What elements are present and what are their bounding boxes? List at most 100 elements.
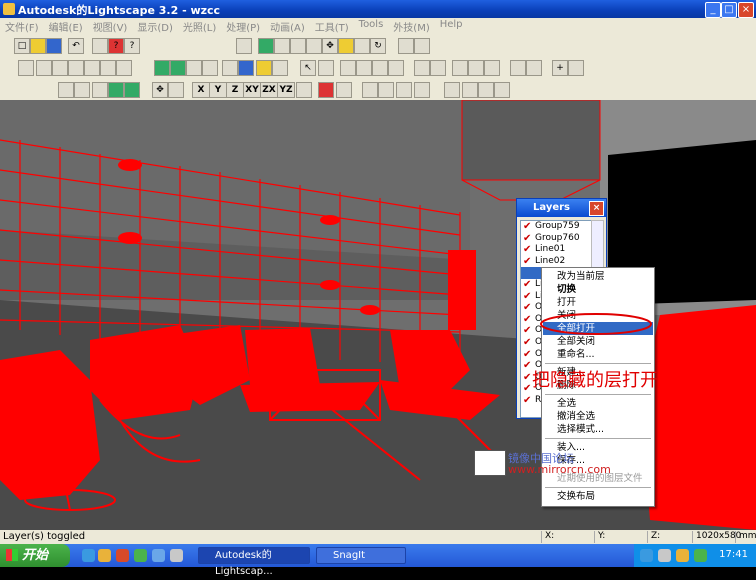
- move-view-icon[interactable]: ✥: [152, 82, 168, 98]
- cube-green-icon[interactable]: [108, 82, 124, 98]
- visible-check-icon[interactable]: ✔: [523, 244, 531, 256]
- select-box-icon[interactable]: [340, 60, 356, 76]
- menu-view[interactable]: 视图(V): [88, 18, 133, 35]
- layers-panel-close-button[interactable]: ×: [589, 201, 604, 216]
- visible-check-icon[interactable]: ✔: [523, 337, 531, 349]
- quicklaunch-media-icon[interactable]: [116, 549, 129, 562]
- menu-item-rename[interactable]: 重命名...: [543, 348, 653, 361]
- zoom-all-icon[interactable]: [414, 38, 430, 54]
- visible-check-icon[interactable]: ✔: [523, 314, 531, 326]
- menu-light[interactable]: 光照(L): [178, 18, 221, 35]
- display-mode-3-icon[interactable]: [52, 60, 68, 76]
- context-help-icon[interactable]: ?: [124, 38, 140, 54]
- view-icon[interactable]: [236, 38, 252, 54]
- select-add-icon[interactable]: [318, 60, 334, 76]
- hand-icon[interactable]: [168, 82, 184, 98]
- scale-icon[interactable]: [484, 60, 500, 76]
- quicklaunch-desktop-icon[interactable]: [170, 549, 183, 562]
- menu-item-toggle[interactable]: 切换: [543, 283, 653, 296]
- visible-check-icon[interactable]: ✔: [523, 360, 531, 372]
- rotate-object-icon[interactable]: [468, 60, 484, 76]
- snap-icon[interactable]: [318, 82, 334, 98]
- cube-white-icon[interactable]: [92, 82, 108, 98]
- turn-icon[interactable]: [414, 82, 430, 98]
- material-icon[interactable]: [154, 60, 170, 76]
- maximize-button[interactable]: □: [721, 2, 737, 18]
- block-icon[interactable]: [414, 60, 430, 76]
- menu-item-select-mode[interactable]: 选择模式...: [543, 423, 653, 436]
- properties-icon[interactable]: [510, 60, 526, 76]
- visible-check-icon[interactable]: ✔: [523, 256, 531, 268]
- visible-check-icon[interactable]: ✔: [523, 372, 531, 384]
- menu-help[interactable]: Help: [435, 18, 468, 31]
- layers-icon[interactable]: [444, 82, 460, 98]
- menu-item-deselect-all[interactable]: 撤消全选: [543, 410, 653, 423]
- menu-item-set-current[interactable]: 改为当前层: [543, 270, 653, 283]
- layer-row[interactable]: ✔ Line01: [521, 244, 591, 256]
- plane-yz-button[interactable]: YZ: [277, 82, 295, 98]
- visible-check-icon[interactable]: ✔: [523, 291, 531, 303]
- zoom-icon[interactable]: [306, 38, 322, 54]
- cursor-icon[interactable]: [336, 82, 352, 98]
- layer-row[interactable]: ✔ Group760: [521, 233, 591, 245]
- print-icon[interactable]: [92, 38, 108, 54]
- plane-xy-button[interactable]: XY: [243, 82, 261, 98]
- task-snagit[interactable]: SnagIt: [316, 547, 406, 564]
- menu-tools[interactable]: Tools: [354, 18, 389, 31]
- menu-display[interactable]: 显示(D): [132, 18, 178, 35]
- visible-check-icon[interactable]: ✔: [523, 221, 531, 233]
- visible-check-icon[interactable]: ✔: [523, 302, 531, 314]
- quicklaunch-qq-icon[interactable]: [82, 549, 95, 562]
- new-icon[interactable]: □: [14, 38, 30, 54]
- render-icon[interactable]: [238, 60, 254, 76]
- visible-check-icon[interactable]: ✔: [523, 383, 531, 395]
- select-fence-icon[interactable]: [372, 60, 388, 76]
- menu-item-select-all[interactable]: 全选: [543, 397, 653, 410]
- list-icon[interactable]: [526, 60, 542, 76]
- quicklaunch-messenger-icon[interactable]: [98, 549, 111, 562]
- walk-person-icon[interactable]: [362, 82, 378, 98]
- tray-volume-icon[interactable]: [676, 549, 689, 562]
- zoom-window-icon[interactable]: [398, 38, 414, 54]
- axis-z-button[interactable]: Z: [226, 82, 244, 98]
- visible-check-icon[interactable]: ✔: [523, 395, 531, 407]
- layer-icon[interactable]: [202, 60, 218, 76]
- edit-icon[interactable]: [186, 60, 202, 76]
- stop-icon[interactable]: [272, 60, 288, 76]
- layer-row[interactable]: ✔ Group759: [521, 221, 591, 233]
- cube-empty-icon[interactable]: [74, 82, 90, 98]
- layer-row[interactable]: ✔ Line02: [521, 256, 591, 268]
- measure-icon[interactable]: [568, 60, 584, 76]
- help-icon[interactable]: ?: [108, 38, 124, 54]
- blocks-icon[interactable]: [478, 82, 494, 98]
- solution-icon[interactable]: [256, 60, 272, 76]
- align-icon[interactable]: [296, 82, 312, 98]
- eye-icon[interactable]: [258, 38, 274, 54]
- menu-tools-cn[interactable]: 工具(T): [310, 18, 354, 35]
- quicklaunch-app-icon[interactable]: [134, 549, 147, 562]
- menu-animation[interactable]: 动画(A): [265, 18, 310, 35]
- hide-icon[interactable]: [222, 60, 238, 76]
- visible-check-icon[interactable]: ✔: [523, 233, 531, 245]
- select-crossing-icon[interactable]: [356, 60, 372, 76]
- add-point-icon[interactable]: +: [552, 60, 568, 76]
- display-mode-6-icon[interactable]: [100, 60, 116, 76]
- deselect-icon[interactable]: [388, 60, 404, 76]
- tray-app-icon[interactable]: [694, 549, 707, 562]
- menu-item-on[interactable]: 打开: [543, 296, 653, 309]
- tray-qq-icon[interactable]: [640, 549, 653, 562]
- pan-icon[interactable]: ✥: [322, 38, 338, 54]
- open-icon[interactable]: [30, 38, 46, 54]
- save-icon[interactable]: [46, 38, 62, 54]
- menu-item-swap-layout[interactable]: 交换布局: [543, 490, 653, 503]
- cube-wire-icon[interactable]: [58, 82, 74, 98]
- plane-zx-button[interactable]: ZX: [260, 82, 278, 98]
- display-mode-1-icon[interactable]: [18, 60, 34, 76]
- fly-icon[interactable]: [396, 82, 412, 98]
- menu-process[interactable]: 处理(P): [221, 18, 265, 35]
- menu-file[interactable]: 文件(F): [0, 18, 44, 35]
- copy-icon[interactable]: [430, 60, 446, 76]
- quicklaunch-browser-icon[interactable]: [152, 549, 165, 562]
- layers-panel-titlebar[interactable]: Layers ×: [517, 199, 606, 217]
- display-mode-4-icon[interactable]: [68, 60, 84, 76]
